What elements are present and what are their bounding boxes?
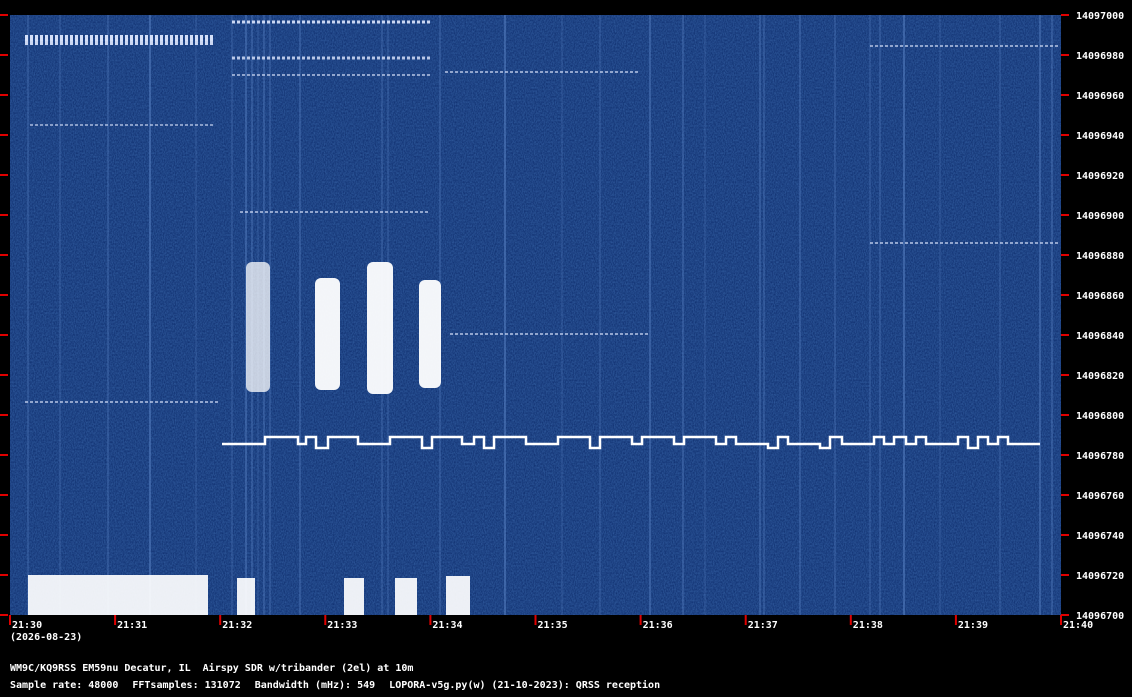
time-label: 21:32 — [222, 620, 252, 631]
time-label: 21:35 — [538, 620, 568, 631]
freq-label: 14096720 — [1076, 571, 1124, 582]
time-label: 21:39 — [958, 620, 988, 631]
bottom-burst — [446, 576, 470, 615]
freq-label: 14096900 — [1076, 211, 1124, 222]
station-info: WM9C/KQ9RSS EM59nu Decatur, IL Airspy SD… — [10, 663, 414, 674]
freq-label: 14096860 — [1076, 291, 1124, 302]
time-label: 21:31 — [117, 620, 147, 631]
bandwidth: Bandwidth (mHz): 549 — [254, 680, 376, 691]
time-label: 21:37 — [748, 620, 778, 631]
signal-burst — [315, 278, 340, 390]
freq-label: 14096760 — [1076, 491, 1124, 502]
freq-label: 14096920 — [1076, 171, 1124, 182]
freq-label: 14096940 — [1076, 131, 1124, 142]
time-label: 21:30 — [12, 620, 42, 631]
bottom-burst — [344, 578, 364, 615]
freq-label: 14096820 — [1076, 371, 1124, 382]
freq-label: 14096740 — [1076, 531, 1124, 542]
time-label: 21:36 — [643, 620, 673, 631]
time-label: 21:38 — [853, 620, 883, 631]
fft-samples: FFTsamples: 131072 — [132, 680, 241, 691]
date-label: (2026-08-23) — [10, 632, 82, 643]
spectrogram-waterfall: 14097000 14096980 14096960 14096940 14096920… — [0, 0, 1132, 697]
freq-label: 14097000 — [1076, 11, 1124, 22]
freq-label: 14096840 — [1076, 331, 1124, 342]
signal-burst — [419, 280, 441, 388]
bottom-burst — [28, 575, 208, 615]
time-label: 21:34 — [432, 620, 462, 631]
freq-label: 14096880 — [1076, 251, 1124, 262]
freq-label: 14096980 — [1076, 51, 1124, 62]
software-version: LOPORA-v5g.py(w) (21-10-2023): QRSS rece… — [389, 680, 661, 691]
freq-label: 14096780 — [1076, 451, 1124, 462]
time-label: 21:40 — [1063, 620, 1093, 631]
signal-burst — [367, 262, 393, 394]
sample-rate: Sample rate: 48000 — [10, 680, 119, 691]
freq-label: 14096800 — [1076, 411, 1124, 422]
bottom-burst — [395, 578, 417, 615]
reception-params: Sample rate: 48000 FFTsamples: 131072 Band… — [10, 680, 674, 691]
bottom-burst — [237, 578, 255, 615]
signal-burst — [246, 262, 270, 392]
freq-label: 14096960 — [1076, 91, 1124, 102]
time-label: 21:33 — [327, 620, 357, 631]
